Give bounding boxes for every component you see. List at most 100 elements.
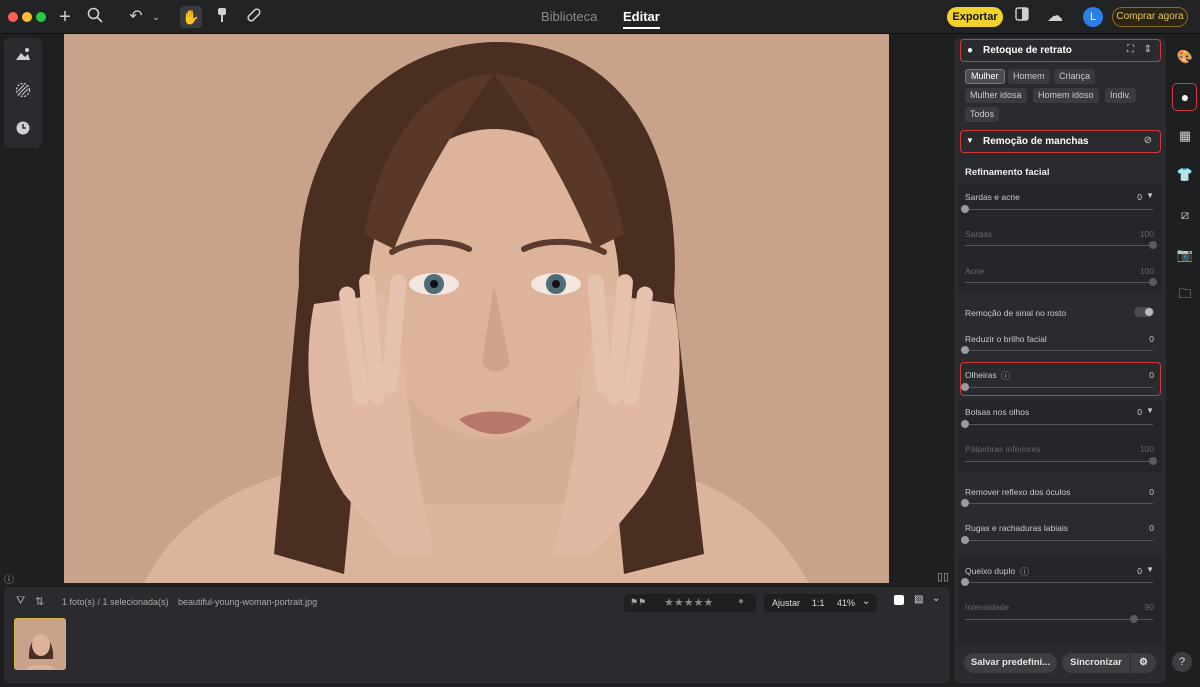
crop-icon[interactable]: ⧄ [1175,205,1195,225]
caret-down-icon[interactable]: ▼ [1146,565,1154,574]
slider-track[interactable] [961,205,1153,213]
preset-chip-homem[interactable]: Homem [1008,69,1050,84]
clothing-icon[interactable]: 👕 [1175,165,1195,185]
slider-knob[interactable] [961,420,969,428]
slider-label: Acne [965,266,985,276]
chevron-down-icon[interactable]: ⌄ [146,7,166,27]
camera-icon[interactable]: 📷 [1175,245,1195,265]
portrait-retouch-header[interactable]: ● Retoque de retrato ⛶ ⇕ [960,39,1161,62]
sort-icon[interactable]: ⇅ [35,595,44,608]
caret-down-icon[interactable]: ▼ [1146,406,1154,415]
tab-editar[interactable]: Editar [623,9,660,29]
save-preset-button[interactable]: Salvar predefini... [964,653,1057,673]
slider-track[interactable] [961,536,1153,544]
slider-value[interactable]: 0 [1149,334,1154,344]
avatar[interactable]: L [1083,7,1103,27]
zoom-level[interactable]: 41% [837,598,855,608]
background-icon[interactable]: ▦ [1175,126,1195,146]
brush-icon[interactable] [212,7,232,27]
slider-track[interactable] [961,420,1153,428]
tab-biblioteca[interactable]: Biblioteca [541,9,597,24]
caret-down-icon[interactable]: ▼ [1146,191,1154,200]
slider-label: Intensidade [965,602,1009,612]
folder-settings-icon[interactable]: 🗀 [1175,284,1195,304]
slider-value[interactable]: 0 [1149,370,1154,380]
minimize-window-button[interactable] [22,12,32,22]
help-circle-icon[interactable]: ⓘ [1020,565,1029,578]
slider-label: Sardas [965,229,992,239]
chevron-down-icon[interactable]: ⌄ [932,593,940,604]
star-rating-icon[interactable]: ★★★★★ [664,596,713,609]
face-detect-icon[interactable]: ⛶ [1127,44,1134,55]
ratio-button[interactable]: 1:1 [812,598,825,608]
slider-knob[interactable] [961,383,969,391]
sync-settings-icon[interactable]: ⚙ [1131,653,1156,673]
slider-knob [1149,457,1157,465]
preset-chip-homem-idoso[interactable]: Homem idoso [1033,88,1099,103]
preset-chip-mulher[interactable]: Mulher [965,69,1005,84]
chevron-down-icon[interactable]: ⌄ [862,596,870,607]
slider-track[interactable] [961,578,1153,586]
slider-track[interactable] [961,499,1153,507]
portrait-adjust-icon[interactable] [13,46,33,66]
slider-track [965,615,1153,623]
hand-tool-button[interactable]: ✋ [180,6,202,28]
slider-track [965,457,1157,465]
buy-now-button[interactable]: Comprar agora [1112,7,1188,27]
preset-chip-mulher-idosa[interactable]: Mulher idosa [965,88,1027,103]
preset-chip-indiv[interactable]: Indiv. [1105,88,1136,103]
slider-label: Sardas e acne [965,192,1020,202]
slider-track [965,241,1157,249]
slider-knob[interactable] [961,499,969,507]
caret-down-icon: ▼ [966,136,974,145]
compare-view-icon[interactable]: ▨ [914,594,923,605]
slider-knob[interactable] [961,536,969,544]
photo-canvas[interactable] [64,34,889,583]
add-icon[interactable]: + [55,7,75,27]
left-tool-panel [4,38,42,148]
file-name: beautiful-young-woman-portrait.jpg [178,597,318,607]
expand-collapse-icon[interactable]: ⇕ [1144,44,1152,55]
slider-value[interactable]: 0 [1137,407,1142,417]
preset-chip-crianca[interactable]: Criança [1054,69,1096,84]
reset-icon[interactable]: ⊘ [1144,135,1152,146]
help-circle-icon[interactable]: ⓘ [1001,369,1010,382]
help-button[interactable]: ? [1172,652,1192,672]
mole-removal-toggle[interactable] [1134,307,1154,317]
cloud-icon[interactable]: ☁ [1045,7,1065,27]
bandage-icon[interactable] [244,7,264,27]
slider-knob[interactable] [961,205,969,213]
fit-button[interactable]: Ajustar [772,598,800,608]
slider-value[interactable]: 0 [1149,487,1154,497]
photo-thumbnail[interactable] [14,618,66,670]
single-view-icon[interactable] [894,595,904,605]
panel-toggle-icon[interactable]: ▯▯ [937,570,949,583]
compare-icon[interactable] [1012,7,1032,27]
face-retouch-icon[interactable]: ● [1175,87,1195,107]
flag-icon[interactable]: ⚑⚑ [630,597,646,608]
undo-icon[interactable]: ↶ [126,7,146,27]
slider-knob[interactable] [961,578,969,586]
color-label-icon[interactable]: ● [738,596,744,607]
search-icon[interactable] [85,7,105,27]
slider-value[interactable]: 0 [1149,523,1154,533]
blemish-removal-header[interactable]: ▼ Remoção de manchas ⊘ [960,130,1161,153]
preset-chip-todos[interactable]: Todos [965,107,1000,122]
slider-knob[interactable] [961,346,969,354]
close-window-button[interactable] [8,12,18,22]
slider-value: 100 [1139,444,1154,454]
info-icon[interactable]: ⓘ [4,571,14,586]
history-clock-icon[interactable] [13,120,33,140]
slider-value: 100 [1139,266,1154,276]
slider-value[interactable]: 0 [1137,566,1142,576]
slider-value[interactable]: 0 [1137,192,1142,202]
filter-icon[interactable]: ⛛ [16,595,25,608]
palette-icon[interactable]: 🎨 [1175,47,1195,67]
slider-track[interactable] [961,383,1153,391]
maximize-window-button[interactable] [36,12,46,22]
toggle-label: Remoção de sinal no rosto [965,308,1067,318]
slider-track[interactable] [961,346,1153,354]
export-button[interactable]: Exportar [947,7,1003,27]
texture-icon[interactable] [13,82,33,102]
sync-button[interactable]: Sincronizar [1062,653,1130,673]
